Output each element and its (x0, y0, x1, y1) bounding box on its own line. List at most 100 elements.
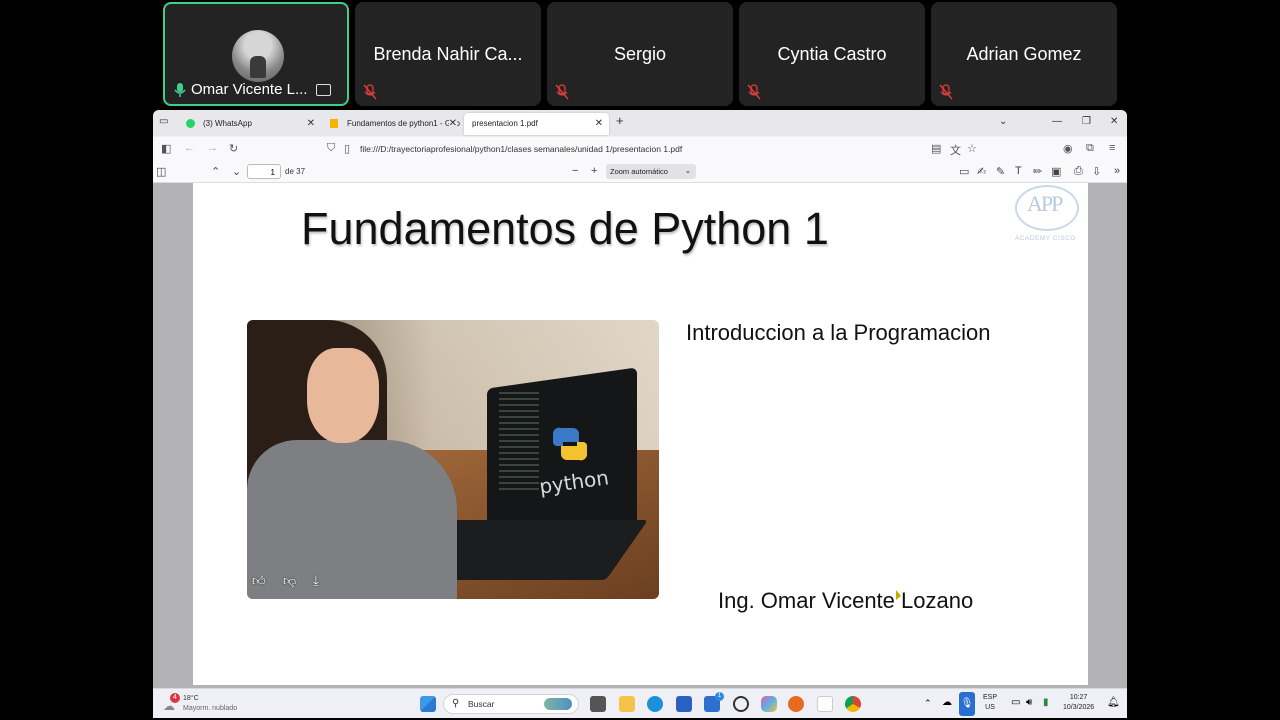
mouse-cursor (896, 590, 901, 600)
forward-icon[interactable]: → (207, 142, 218, 154)
highlight-icon[interactable]: ✎ (996, 165, 1005, 178)
slide-author: Ing. Omar Vicente Lozano (718, 588, 974, 613)
page-number-input[interactable]: 1 (247, 164, 281, 179)
mic-muted-icon (747, 84, 761, 100)
mic-muted-icon (939, 84, 953, 100)
save-icon[interactable]: ⇩ (1092, 165, 1101, 178)
microphone-icon[interactable]: 🎙︎ (959, 692, 975, 716)
weather-widget[interactable]: 18°C Mayorm. nublado (183, 694, 237, 714)
edge-icon[interactable] (647, 696, 663, 712)
tab-whatsapp[interactable]: (3) WhatsApp ✕ (177, 113, 321, 135)
window-close-button[interactable]: ✕ (1110, 116, 1118, 127)
network-icon[interactable]: ▭ (1011, 697, 1020, 708)
file-explorer-icon[interactable] (619, 696, 635, 712)
participant-tile-self[interactable]: Omar Vicente L... (163, 2, 349, 106)
extensions-icon[interactable]: ⧉ (1086, 142, 1094, 155)
image-icon[interactable]: ▣ (1051, 165, 1061, 178)
app-icon[interactable] (676, 696, 692, 712)
onedrive-icon[interactable]: ☁ (942, 697, 952, 708)
taskbar-search[interactable]: ⚲ Buscar (443, 694, 579, 714)
shield-icon[interactable]: ⛉ (327, 142, 335, 155)
firefox-icon[interactable] (788, 696, 804, 712)
sidebar-toggle-icon[interactable]: ◫ (156, 165, 166, 178)
chatgpt-icon[interactable] (733, 696, 749, 712)
menu-icon[interactable]: ≡ (1109, 142, 1115, 154)
participants-strip: Omar Vicente L... Brenda Nahir Ca... Ser… (0, 0, 1280, 108)
restore-button[interactable]: ❐ (1082, 116, 1091, 127)
python-logo-icon (553, 427, 587, 461)
participant-tile[interactable]: Brenda Nahir Ca... (355, 2, 541, 106)
thumbs-down-icon[interactable]: 👎︎ (283, 573, 296, 589)
minimize-button[interactable]: — (1052, 116, 1062, 127)
chevron-down-icon: ⌄ (684, 166, 691, 175)
tab-list-icon[interactable]: ▭ (159, 116, 168, 127)
volume-icon[interactable]: 🔊︎ (1026, 697, 1032, 708)
close-icon[interactable]: ✕ (448, 118, 457, 129)
participant-name: Adrian Gomez (966, 44, 1082, 64)
clock[interactable]: 10:27 10/3/2026 (1063, 693, 1094, 713)
download-icon[interactable]: ⤓ (313, 573, 319, 589)
share-screen-icon[interactable] (316, 84, 331, 96)
page-count: de 37 (285, 167, 306, 176)
draw-icon[interactable]: ✏ (1033, 165, 1042, 178)
bookmark-star-icon[interactable]: ☆ (967, 142, 977, 155)
chrome-icon[interactable] (845, 696, 861, 712)
pdf-viewer[interactable]: Fundamentos de Python 1 APP ACADEMY CISC… (153, 183, 1127, 688)
slide-title: Fundamentos de Python 1 (301, 203, 829, 254)
participant-tile[interactable]: Cyntia Castro (739, 2, 925, 106)
zoom-in-icon[interactable]: + (591, 165, 597, 177)
chevron-up-icon[interactable]: ⌃ (924, 698, 932, 709)
language-indicator[interactable]: ESP US (983, 693, 997, 713)
drive-icon (330, 119, 338, 128)
print-icon[interactable]: ⎙ (1074, 165, 1083, 178)
tab-label: (3) WhatsApp (203, 119, 252, 128)
search-placeholder: Buscar (468, 699, 495, 709)
translate-icon[interactable]: 文 (950, 142, 961, 158)
tab-pdf[interactable]: presentacion 1.pdf ✕ (464, 113, 609, 135)
cloud-icon[interactable]: ☁ (163, 699, 175, 713)
academy-logo: APP ACADEMY CISCO (1009, 183, 1085, 245)
participant-name: Sergio (613, 44, 667, 64)
participant-name: Brenda Nahir Ca... (373, 44, 523, 64)
comment-icon[interactable]: ▭ (959, 165, 969, 178)
text-icon[interactable]: T (1015, 165, 1022, 177)
signature-icon[interactable]: ✍ (977, 165, 986, 178)
close-icon[interactable]: ✕ (595, 118, 603, 129)
chevron-down-icon[interactable]: ⌄ (999, 116, 1007, 127)
next-page-icon[interactable]: ⌄ (232, 165, 241, 178)
windows-taskbar: 4 ☁ 18°C Mayorm. nublado ⚲ Buscar 1 ⌃ ☁ … (153, 688, 1127, 718)
new-tab-button[interactable]: + (616, 113, 624, 128)
tab-google-docs[interactable]: Fundamentos de python1 - Goo ✕ (321, 113, 463, 135)
battery-icon[interactable]: ▮ (1043, 697, 1049, 708)
file-icon: ▯ (344, 143, 351, 155)
slide-image: python 👍︎ 👎︎ ⤓ (247, 320, 659, 599)
store-icon[interactable]: 1 (704, 692, 724, 712)
search-highlight-icon (544, 698, 572, 710)
participant-tile[interactable]: Sergio (547, 2, 733, 106)
tab-label: presentacion 1.pdf (472, 119, 538, 128)
account-icon[interactable]: ◉ (1063, 142, 1073, 155)
reader-view-icon[interactable]: ▤ (931, 142, 941, 155)
thumbs-up-icon[interactable]: 👍︎ (252, 573, 266, 589)
participant-tile[interactable]: Adrian Gomez (931, 2, 1117, 106)
browser-window: ▭ (3) WhatsApp ✕ Fundamentos de python1 … (153, 110, 1127, 718)
mic-on-icon (174, 83, 186, 97)
task-view-icon[interactable] (590, 696, 606, 712)
zoom-out-icon[interactable]: − (572, 165, 578, 177)
sidebar-icon[interactable]: ◧ (161, 142, 171, 155)
document-icon[interactable] (817, 696, 833, 712)
back-icon[interactable]: ← (184, 142, 195, 154)
pdf-page: Fundamentos de Python 1 APP ACADEMY CISC… (193, 183, 1088, 685)
close-icon[interactable]: ✕ (307, 118, 315, 129)
pdf-toolbar: ◫ ⌃ ⌄ 1 de 37 − + Zoom automático ⌄ ▭ ✍ ✎… (153, 161, 1127, 183)
reload-icon[interactable]: ↻ (229, 142, 238, 155)
slide-subtitle: Introduccion a la Programacion (686, 320, 991, 345)
previous-page-icon[interactable]: ⌃ (211, 165, 220, 178)
notifications-icon[interactable]: 🔔︎ (1107, 697, 1120, 708)
zoom-select[interactable]: Zoom automático ⌄ (606, 164, 696, 179)
url-bar[interactable]: file:///D:/trayectoriaprofesional/python… (360, 144, 682, 154)
copilot-icon[interactable] (761, 696, 777, 712)
participant-name: Omar Vicente L... (191, 81, 308, 98)
windows-start-icon[interactable] (420, 696, 436, 712)
more-tools-icon[interactable]: » (1114, 165, 1120, 177)
